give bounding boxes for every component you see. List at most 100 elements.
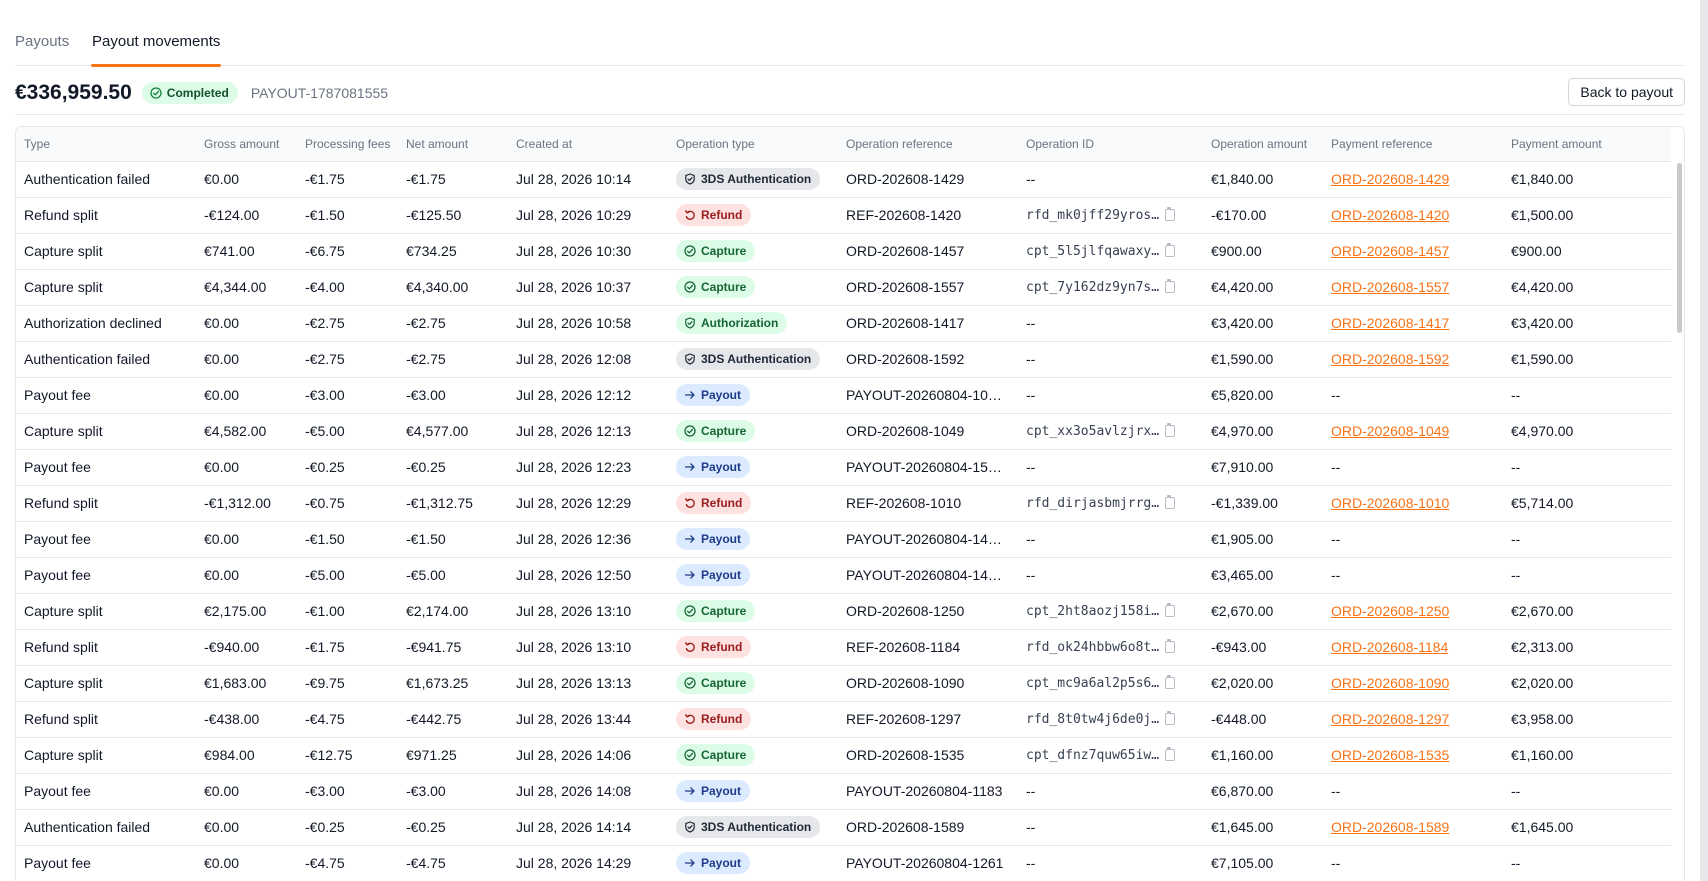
copy-icon[interactable] (1165, 207, 1176, 221)
payment-amount: €2,020.00 (1511, 675, 1574, 691)
col-operation-type[interactable]: Operation type (668, 127, 838, 162)
table-row[interactable]: Payout fee €0.00 -€3.00 -€3.00 Jul 28, 2026 … (16, 773, 1671, 809)
col-net-amount[interactable]: Net amount (398, 127, 508, 162)
operation-reference: REF-202608-1010 (846, 495, 962, 511)
operation-type: Capture (668, 269, 838, 305)
operation-amount: €2,670.00 (1211, 603, 1274, 619)
table-row[interactable]: Authentication failed €0.00 -€1.75 -€1.75 Ju… (16, 161, 1671, 197)
movement-type: Refund split (24, 639, 98, 655)
net-amount: -€1.75 (406, 171, 446, 187)
table-row[interactable]: Payout fee €0.00 -€0.25 -€0.25 Jul 28, 2026 … (16, 449, 1671, 485)
operation-amount: €900.00 (1211, 243, 1262, 259)
payment-reference-link[interactable]: ORD-202608-1250 (1331, 603, 1449, 619)
payment-reference-link[interactable]: ORD-202608-1535 (1331, 747, 1449, 763)
copy-icon[interactable] (1165, 423, 1176, 437)
col-processing-fees[interactable]: Processing fees (297, 127, 398, 162)
col-payment-amount[interactable]: Payment amount (1503, 127, 1671, 162)
processing-fees: -€3.00 (305, 387, 345, 403)
operation-id: -- (1026, 531, 1036, 547)
table-row[interactable]: Capture split €1,683.00 -€9.75 €1,673.25 Jul… (16, 665, 1671, 701)
tab-payouts[interactable]: Payouts (15, 0, 69, 66)
table-row[interactable]: Refund split -€124.00 -€1.50 -€125.50 Jul 28… (16, 197, 1671, 233)
table-row[interactable]: Capture split €4,582.00 -€5.00 €4,577.00 Jul… (16, 413, 1671, 449)
arrow-right-icon (684, 571, 695, 579)
back-to-payout-button[interactable]: Back to payout (1568, 78, 1685, 106)
tab-payout-movements[interactable]: Payout movements (90, 0, 222, 67)
payment-reference-link[interactable]: ORD-202608-1589 (1331, 819, 1449, 835)
check-circle-icon (684, 677, 696, 689)
table-row[interactable]: Payout fee €0.00 -€4.75 -€4.75 Jul 28, 2026 … (16, 845, 1671, 881)
movement-type: Authentication failed (24, 819, 151, 835)
payment-reference-link[interactable]: ORD-202608-1557 (1331, 279, 1449, 295)
operation-type: 3DS Authentication (668, 809, 838, 845)
col-gross-amount[interactable]: Gross amount (196, 127, 297, 162)
col-operation-id[interactable]: Operation ID (1018, 127, 1203, 162)
copy-icon[interactable] (1165, 243, 1176, 257)
net-amount: -€2.75 (406, 315, 446, 331)
operation-reference: PAYOUT-20260804-15… (846, 459, 1002, 475)
gross-amount: €0.00 (204, 315, 240, 331)
col-type[interactable]: Type (16, 127, 196, 162)
net-amount: -€0.25 (406, 819, 446, 835)
operation-type-label: Payout (701, 568, 742, 582)
net-amount: €971.25 (406, 747, 457, 763)
copy-icon[interactable] (1165, 675, 1176, 689)
payment-amount: -- (1511, 567, 1521, 583)
operation-id: -- (1026, 783, 1036, 799)
payment-reference: -- (1331, 459, 1341, 475)
payment-reference-link[interactable]: ORD-202608-1429 (1331, 171, 1449, 187)
payment-reference-link[interactable]: ORD-202608-1592 (1331, 351, 1449, 367)
movement-type: Capture split (24, 279, 103, 295)
table-row[interactable]: Refund split -€1,312.00 -€0.75 -€1,312.75 Ju… (16, 485, 1671, 521)
payment-reference-link[interactable]: ORD-202608-1420 (1331, 207, 1449, 223)
payment-amount: €1,500.00 (1511, 207, 1574, 223)
col-operation-amount[interactable]: Operation amount (1203, 127, 1323, 162)
net-amount: -€941.75 (406, 639, 462, 655)
operation-amount: €7,105.00 (1211, 855, 1274, 871)
table-row[interactable]: Payout fee €0.00 -€1.50 -€1.50 Jul 28, 2026 … (16, 521, 1671, 557)
copy-icon[interactable] (1165, 279, 1176, 293)
payment-reference-link[interactable]: ORD-202608-1457 (1331, 243, 1449, 259)
table-scrollbar[interactable] (1677, 163, 1682, 333)
table-row[interactable]: Authentication failed €0.00 -€2.75 -€2.75 Ju… (16, 341, 1671, 377)
payment-reference: ORD-202608-1592 (1323, 341, 1503, 377)
operation-reference: PAYOUT-20260804-1183 (846, 783, 1003, 799)
table-row[interactable]: Capture split €741.00 -€6.75 €734.25 Jul 28,… (16, 233, 1671, 269)
copy-icon[interactable] (1165, 711, 1176, 725)
table-row[interactable]: Refund split -€940.00 -€1.75 -€941.75 Jul 28… (16, 629, 1671, 665)
copy-icon[interactable] (1165, 639, 1176, 653)
operation-type-badge: Payout (676, 780, 751, 802)
col-operation-reference[interactable]: Operation reference (838, 127, 1018, 162)
table-row[interactable]: Payout fee €0.00 -€3.00 -€3.00 Jul 28, 2026 … (16, 377, 1671, 413)
table-row[interactable]: Refund split -€438.00 -€4.75 -€442.75 Jul 28… (16, 701, 1671, 737)
payment-reference-link[interactable]: ORD-202608-1049 (1331, 423, 1449, 439)
copy-icon[interactable] (1165, 495, 1176, 509)
payment-reference-link[interactable]: ORD-202608-1010 (1331, 495, 1449, 511)
operation-reference: PAYOUT-20260804-14… (846, 567, 1002, 583)
table-row[interactable]: Capture split €4,344.00 -€4.00 €4,340.00 Jul… (16, 269, 1671, 305)
copy-icon[interactable] (1165, 603, 1176, 617)
net-amount: -€3.00 (406, 387, 446, 403)
operation-amount: -€1,339.00 (1211, 495, 1278, 511)
operation-amount: €1,160.00 (1211, 747, 1274, 763)
payment-reference-link[interactable]: ORD-202608-1184 (1331, 639, 1448, 655)
payment-amount: €4,420.00 (1511, 279, 1574, 295)
col-payment-reference[interactable]: Payment reference (1323, 127, 1503, 162)
col-created-at[interactable]: Created at (508, 127, 668, 162)
table-row[interactable]: Authentication failed €0.00 -€0.25 -€0.25 Ju… (16, 809, 1671, 845)
payment-reference: ORD-202608-1535 (1323, 737, 1503, 773)
gross-amount: €984.00 (204, 747, 255, 763)
copy-icon[interactable] (1165, 747, 1176, 761)
table-row[interactable]: Authorization declined €0.00 -€2.75 -€2.75 J… (16, 305, 1671, 341)
table-row[interactable]: Capture split €2,175.00 -€1.00 €2,174.00 Jul… (16, 593, 1671, 629)
payment-reference-link[interactable]: ORD-202608-1417 (1331, 315, 1449, 331)
payment-reference-link[interactable]: ORD-202608-1297 (1331, 711, 1449, 727)
gross-amount: -€438.00 (204, 711, 260, 727)
operation-type-badge: Capture (676, 240, 756, 262)
operation-amount: €4,970.00 (1211, 423, 1274, 439)
table-row[interactable]: Payout fee €0.00 -€5.00 -€5.00 Jul 28, 2026 … (16, 557, 1671, 593)
operation-type-label: Payout (701, 784, 742, 798)
table-row[interactable]: Capture split €984.00 -€12.75 €971.25 Jul 28… (16, 737, 1671, 773)
arrow-right-icon (684, 859, 695, 867)
payment-reference-link[interactable]: ORD-202608-1090 (1331, 675, 1449, 691)
